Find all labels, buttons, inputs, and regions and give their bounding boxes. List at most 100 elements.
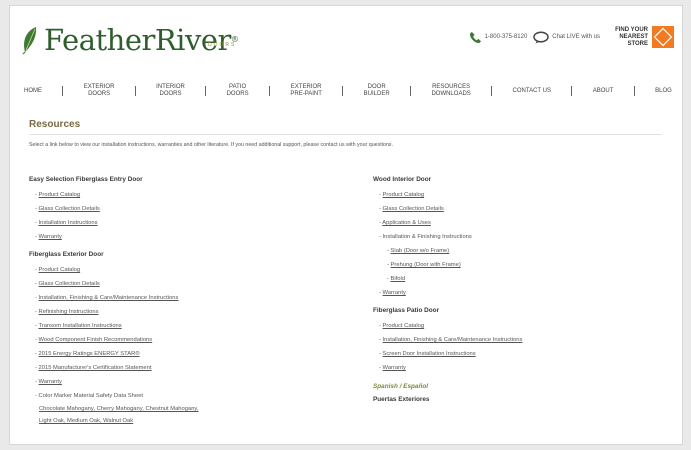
nav-home[interactable]: HOME [24,88,42,95]
link-energy-ratings[interactable]: 2015 Energy Ratings ENERGY STAR® [39,351,140,357]
link-list-wood-interior: - Product Catalog - Glass Collection Det… [373,188,673,300]
nav-divider [62,86,64,96]
list-item: - 2015 Manufacturer's Certification Stat… [35,365,152,371]
site-header: FeatherRiver® DOORS 1-800-375-8120 Chat L… [10,6,682,74]
list-item: - Wood Component Finish Recommendations [35,337,153,343]
group-title-fiberglass-patio: Fiberglass Patio Door [373,307,440,314]
link-wood-component-finish[interactable]: Wood Component Finish Recommendations [39,337,153,343]
nav-divider [134,86,136,96]
nav-resources-downloads[interactable]: RESOURCES DOWNLOADS [431,84,470,98]
link-transom-installation[interactable]: Transom Installation Instructions [38,323,121,329]
list-item: - Warranty [35,234,62,240]
link-list-fiberglass-exterior: - Product Catalog - Glass Collection Det… [29,263,349,403]
nav-divider [491,86,493,96]
list-item: - Product Catalog [35,192,81,198]
nav-divider [633,86,635,96]
link-glass-collection[interactable]: Glass Collection Details [39,281,100,287]
feather-river-logo[interactable]: FeatherRiver® DOORS [20,20,239,60]
chat-label: Chat LIVE with us [552,34,600,40]
list-item: - Color Marker Material Safety Data Shee… [35,393,143,399]
nav-about[interactable]: ABOUT [593,88,614,95]
link-refinishing-instructions[interactable]: Refinishing Instructions [39,309,99,315]
list-item: - Product Catalog [379,323,425,329]
msds-color-links: Chocolate Mahogany, Cherry Mahogany, Che… [29,403,349,427]
link-bifold[interactable]: Bifold [391,276,406,282]
brand-name-prefix: Feather [44,23,155,57]
nav-divider [268,86,270,96]
feather-icon [22,27,37,55]
link-product-catalog[interactable]: Product Catalog [383,323,425,329]
install-finishing-label: Installation & Finishing Instructions [382,234,472,240]
phone-link[interactable]: 1-800-375-8120 [469,31,528,44]
group-title-fiberglass-exterior: Fiberglass Exterior Door [29,251,104,258]
link-installation-instructions[interactable]: Installation Instructions [39,220,98,226]
link-screen-door-installation[interactable]: Screen Door Installation Instructions [383,351,476,357]
spanish-section-label: Spanish / Español [373,383,429,390]
group-title-easy-selection: Easy Selection Fiberglass Entry Door [29,176,143,183]
list-item: - Slab (Door w/o Frame) [387,248,450,254]
link-prehung[interactable]: Prehung (Door with Frame) [391,262,461,268]
nav-interior-doors[interactable]: INTERIOR DOORS [156,84,185,98]
list-item: - Prehung (Door with Frame) [387,262,461,268]
phone-icon [469,31,481,43]
utility-bar: 1-800-375-8120 Chat LIVE with us FIND YO… [469,26,674,48]
link-msds-colors-row-1[interactable]: Chocolate Mahogany, Cherry Mahogany, Che… [39,406,199,412]
list-item: - Screen Door Installation Instructions [379,351,476,357]
link-warranty[interactable]: Warranty [39,379,62,385]
list-item: - Warranty [379,365,406,371]
list-item: - Installation Instructions [35,220,98,226]
list-item: - Warranty [379,290,406,296]
store-locator-link[interactable]: FIND YOUR NEAREST STORE [606,26,674,48]
link-list-fiberglass-patio: - Product Catalog - Installation, Finish… [373,319,673,375]
list-item: - Warranty [35,379,62,385]
link-application-uses[interactable]: Application & Uses [382,220,431,226]
nav-exterior-pre-paint[interactable]: EXTERIOR PRE-PAINT [290,84,322,98]
brand-tagline: DOORS [208,42,237,48]
right-column: Wood Interior Door - Product Catalog - G… [373,176,673,408]
list-item: - Glass Collection Details [379,206,444,212]
list-item: - Installation & Finishing Instructions [379,234,472,240]
link-slab[interactable]: Slab (Door w/o Frame) [391,248,450,254]
browser-page: FeatherRiver® DOORS 1-800-375-8120 Chat L… [9,5,683,445]
link-warranty[interactable]: Warranty [383,290,406,296]
store-locator-text: FIND YOUR NEAREST STORE [606,27,648,48]
nav-divider [410,86,412,96]
live-chat-link[interactable]: Chat LIVE with us [533,30,600,44]
nav-divider [571,86,573,96]
list-item: - Glass Collection Details [35,206,100,212]
main-nav: HOME EXTERIOR DOORS INTERIOR DOORS PATIO… [24,78,672,104]
link-warranty[interactable]: Warranty [383,365,406,371]
left-column: Easy Selection Fiberglass Entry Door - P… [29,176,349,427]
list-item: - Application & Uses [379,220,431,226]
link-glass-collection[interactable]: Glass Collection Details [383,206,444,212]
page-title: Resources [29,119,81,130]
nav-door-builder[interactable]: DOOR BUILDER [364,84,390,98]
nav-divider [342,86,344,96]
link-manufacturer-certification[interactable]: 2015 Manufacturer's Certification Statem… [39,365,152,371]
nav-divider [205,86,207,96]
phone-number: 1-800-375-8120 [484,34,528,40]
link-product-catalog[interactable]: Product Catalog [39,267,81,273]
link-installation-finishing-care[interactable]: Installation, Finishing & Care/Maintenan… [39,295,179,301]
msds-label: Color Marker Material Safety Data Sheet [38,393,143,399]
nav-contact-us[interactable]: CONTACT US [513,88,551,95]
nav-blog[interactable]: BLOG [655,88,672,95]
link-glass-collection[interactable]: Glass Collection Details [39,206,100,212]
link-installation-finishing-care[interactable]: Installation, Finishing & Care/Maintenan… [383,337,523,343]
link-product-catalog[interactable]: Product Catalog [39,192,81,198]
store-line-2: NEAREST [619,33,648,40]
link-warranty[interactable]: Warranty [39,234,62,240]
list-item: - Glass Collection Details [35,281,100,287]
link-msds-colors-row-2[interactable]: Light Oak, Medium Oak, Walnut Oak [39,418,133,424]
link-product-catalog[interactable]: Product Catalog [383,192,425,198]
list-item: - Installation, Finishing & Care/Mainten… [379,337,523,343]
nav-patio-doors[interactable]: PATIO DOORS [227,84,249,98]
intro-text: Select a link below to view our installa… [29,142,393,148]
brand-name: FeatherRiver® DOORS [44,23,239,57]
nav-exterior-doors[interactable]: EXTERIOR DOORS [84,84,115,98]
list-item: - Refinishing Instructions [35,309,99,315]
list-item: - Bifold [387,276,406,282]
store-line-3: STORE [627,40,648,47]
